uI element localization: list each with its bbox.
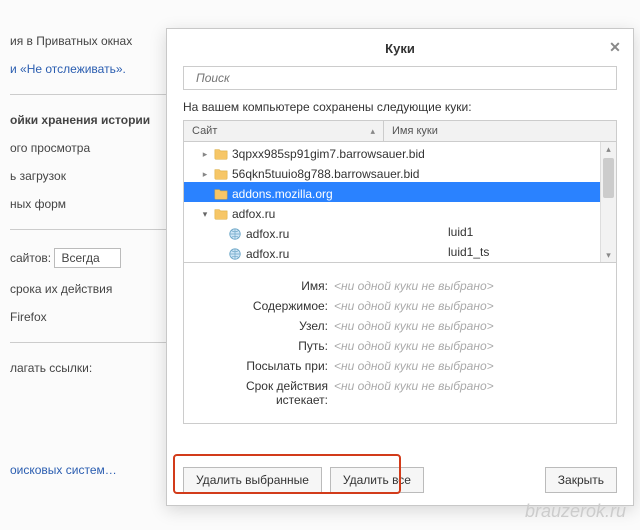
dialog-title-text: Куки [385,41,415,56]
detail-value: <ни одной куки не выбрано> [334,379,602,407]
detail-value: <ни одной куки не выбрано> [334,279,602,293]
scroll-down-icon[interactable]: ▾ [601,248,616,262]
close-icon[interactable]: ✕ [607,39,623,55]
detail-value: <ни одной куки не выбрано> [334,339,602,353]
sites-dropdown[interactable]: Всегда [54,248,120,268]
detail-label-host: Узел: [198,319,334,333]
detail-label-expires: Срок действия истекает: [198,379,334,407]
table-body: ▸ 3qpxx985sp91gim7.barrowsauer.bid ▸ 56qkn5… [184,142,616,262]
row-site-label: 3qpxx985sp91gim7.barrowsauer.bid [232,147,425,161]
dialog-title: Куки ✕ [167,29,633,66]
dialog-footer: Удалить выбранные Удалить все Закрыть [167,457,633,505]
row-site-label: adfox.ru [232,207,275,221]
detail-label-path: Путь: [198,339,334,353]
table-row[interactable]: ▸ 56qkn5tuuio8g788.barrowsauer.bid [184,162,616,182]
folder-icon [214,187,228,201]
detail-value: <ни одной куки не выбрано> [334,299,602,313]
detail-label-send: Посылать при: [198,359,334,373]
remove-all-button[interactable]: Удалить все [330,467,424,493]
table-header: Сайт ▴ Имя куки [184,121,616,142]
search-input-wrap[interactable] [183,66,617,90]
search-engines-link[interactable]: оисковых систем… [10,463,117,477]
globe-icon [228,247,242,261]
search-input[interactable] [196,71,610,85]
detail-value: <ни одной куки не выбрано> [334,319,602,333]
expand-icon[interactable]: ▾ [200,209,210,220]
row-site-label: addons.mozilla.org [232,187,333,201]
detail-value: <ни одной куки не выбрано> [334,359,602,373]
scrollbar[interactable]: ▴ ▾ [600,142,616,262]
folder-icon [214,207,228,221]
expand-icon[interactable]: ▸ [200,149,210,160]
table-row[interactable]: addons.mozilla.org [184,182,616,202]
globe-icon [228,227,242,241]
watermark: brauzerok.ru [525,501,626,522]
cookie-details: Имя:<ни одной куки не выбрано> Содержимо… [183,263,617,424]
do-not-track-link[interactable]: и «Не отслеживать». [10,62,126,76]
expand-icon[interactable]: ▸ [200,169,210,180]
row-cookie-name: luid1_ts [444,245,616,259]
row-site-label: 56qkn5tuuio8g788.barrowsauer.bid [232,167,419,181]
sort-indicator-icon: ▴ [370,126,375,137]
detail-label-content: Содержимое: [198,299,334,313]
scroll-up-icon[interactable]: ▴ [601,142,616,156]
dialog-description: На вашем компьютере сохранены следующие … [183,100,617,114]
cookies-table: Сайт ▴ Имя куки ▸ 3qpxx985sp91gim7.barrow… [183,120,617,263]
table-row[interactable]: ▾ adfox.ru [184,202,616,222]
folder-icon [214,147,228,161]
remove-selected-button[interactable]: Удалить выбранные [183,467,322,493]
row-site-label: adfox.ru [246,227,289,241]
row-cookie-name: luid1 [444,225,616,239]
row-site-label: adfox.ru [246,247,289,261]
scroll-thumb[interactable] [603,158,614,198]
detail-label-name: Имя: [198,279,334,293]
column-cookie-name[interactable]: Имя куки [384,121,616,141]
cookies-dialog: Куки ✕ На вашем компьютере сохранены сле… [166,28,634,506]
folder-icon [214,167,228,181]
table-row[interactable]: adfox.ru luid1 [184,222,616,242]
close-button[interactable]: Закрыть [545,467,617,493]
column-site[interactable]: Сайт ▴ [184,121,384,141]
table-row[interactable]: adfox.ru luid1_ts [184,242,616,262]
table-row[interactable]: ▸ 3qpxx985sp91gim7.barrowsauer.bid [184,142,616,162]
bg-sites-label: сайтов: [10,251,51,265]
